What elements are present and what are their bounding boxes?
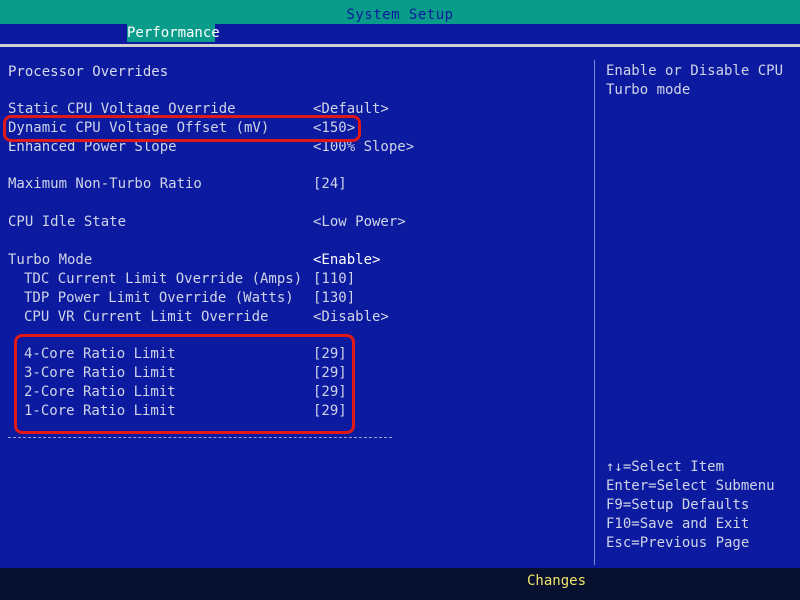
setting-value[interactable]: <Disable>	[313, 308, 389, 326]
setting-value[interactable]: [29]	[313, 383, 347, 401]
setting-row-tdp-power-limit[interactable]: TDP Power Limit Override (Watts) [130]	[0, 289, 590, 307]
help-text-line: Enable or Disable CPU	[606, 63, 784, 79]
key-hint-setup-defaults: F9=Setup Defaults	[606, 497, 750, 513]
setting-label: 4-Core Ratio Limit	[24, 346, 176, 362]
setting-row-cpu-vr-current-limit[interactable]: CPU VR Current Limit Override <Disable>	[0, 308, 590, 326]
setting-row-enhanced-power-slope[interactable]: Enhanced Power Slope <100% Slope>	[0, 138, 590, 156]
setting-label: 2-Core Ratio Limit	[24, 384, 176, 400]
setting-row-tdc-current-limit[interactable]: TDC Current Limit Override (Amps) [110]	[0, 270, 590, 288]
setting-label: CPU VR Current Limit Override	[24, 309, 269, 325]
setting-label: TDP Power Limit Override (Watts)	[24, 290, 294, 306]
setting-row-max-non-turbo-ratio[interactable]: Maximum Non-Turbo Ratio [24]	[0, 175, 590, 193]
help-text-line: Turbo mode	[606, 82, 691, 98]
setting-value[interactable]: [29]	[313, 345, 347, 363]
setting-row-3-core-ratio[interactable]: 3-Core Ratio Limit [29]	[0, 364, 590, 382]
setting-value[interactable]: [29]	[313, 402, 347, 420]
setting-row-dynamic-cpu-voltage-offset[interactable]: Dynamic CPU Voltage Offset (mV) <150>	[0, 119, 590, 137]
setting-value[interactable]: [24]	[313, 175, 347, 193]
setting-label: 1-Core Ratio Limit	[24, 403, 176, 419]
setting-row-1-core-ratio[interactable]: 1-Core Ratio Limit [29]	[0, 402, 590, 420]
changes-label: Changes	[527, 573, 587, 589]
setting-label: Enhanced Power Slope	[8, 139, 177, 155]
key-hint-select-item: ↑↓=Select Item	[606, 459, 725, 475]
key-hint-save-exit: F10=Save and Exit	[606, 516, 750, 532]
setting-row-4-core-ratio[interactable]: 4-Core Ratio Limit [29]	[0, 345, 590, 363]
setting-row-static-cpu-voltage[interactable]: Static CPU Voltage Override <Default>	[0, 100, 590, 118]
key-legend: ↑↓=Select Item Enter=Select Submenu F9=S…	[606, 458, 775, 553]
footer-bar: Changes	[0, 568, 800, 600]
setting-value[interactable]: <100% Slope>	[313, 138, 414, 156]
setting-label: Static CPU Voltage Override	[8, 101, 236, 117]
key-hint-previous-page: Esc=Previous Page	[606, 535, 750, 551]
setting-value[interactable]: <150>	[313, 119, 355, 137]
setting-row-cpu-idle-state[interactable]: CPU Idle State <Low Power>	[0, 213, 590, 231]
setting-label: Maximum Non-Turbo Ratio	[8, 176, 202, 192]
setting-label: 3-Core Ratio Limit	[24, 365, 176, 381]
setting-row-turbo-mode[interactable]: Turbo Mode <Enable>	[0, 251, 590, 269]
key-hint-select-submenu: Enter=Select Submenu	[606, 478, 775, 494]
setting-value[interactable]: <Enable>	[313, 251, 380, 269]
setting-label: TDC Current Limit Override (Amps)	[24, 271, 303, 287]
setting-value[interactable]: [110]	[313, 270, 355, 288]
setting-value[interactable]: <Default>	[313, 100, 389, 118]
section-title: Processor Overrides	[8, 64, 169, 80]
setting-value[interactable]: [29]	[313, 364, 347, 382]
setting-label: CPU Idle State	[8, 214, 127, 230]
separator-line	[8, 437, 392, 438]
help-panel: Enable or Disable CPU Turbo mode	[606, 62, 796, 100]
setting-row-2-core-ratio[interactable]: 2-Core Ratio Limit [29]	[0, 383, 590, 401]
setting-label: Turbo Mode	[8, 252, 93, 268]
setting-value[interactable]: [130]	[313, 289, 355, 307]
setting-value[interactable]: <Low Power>	[313, 213, 406, 231]
setting-label: Dynamic CPU Voltage Offset (mV)	[8, 120, 270, 136]
